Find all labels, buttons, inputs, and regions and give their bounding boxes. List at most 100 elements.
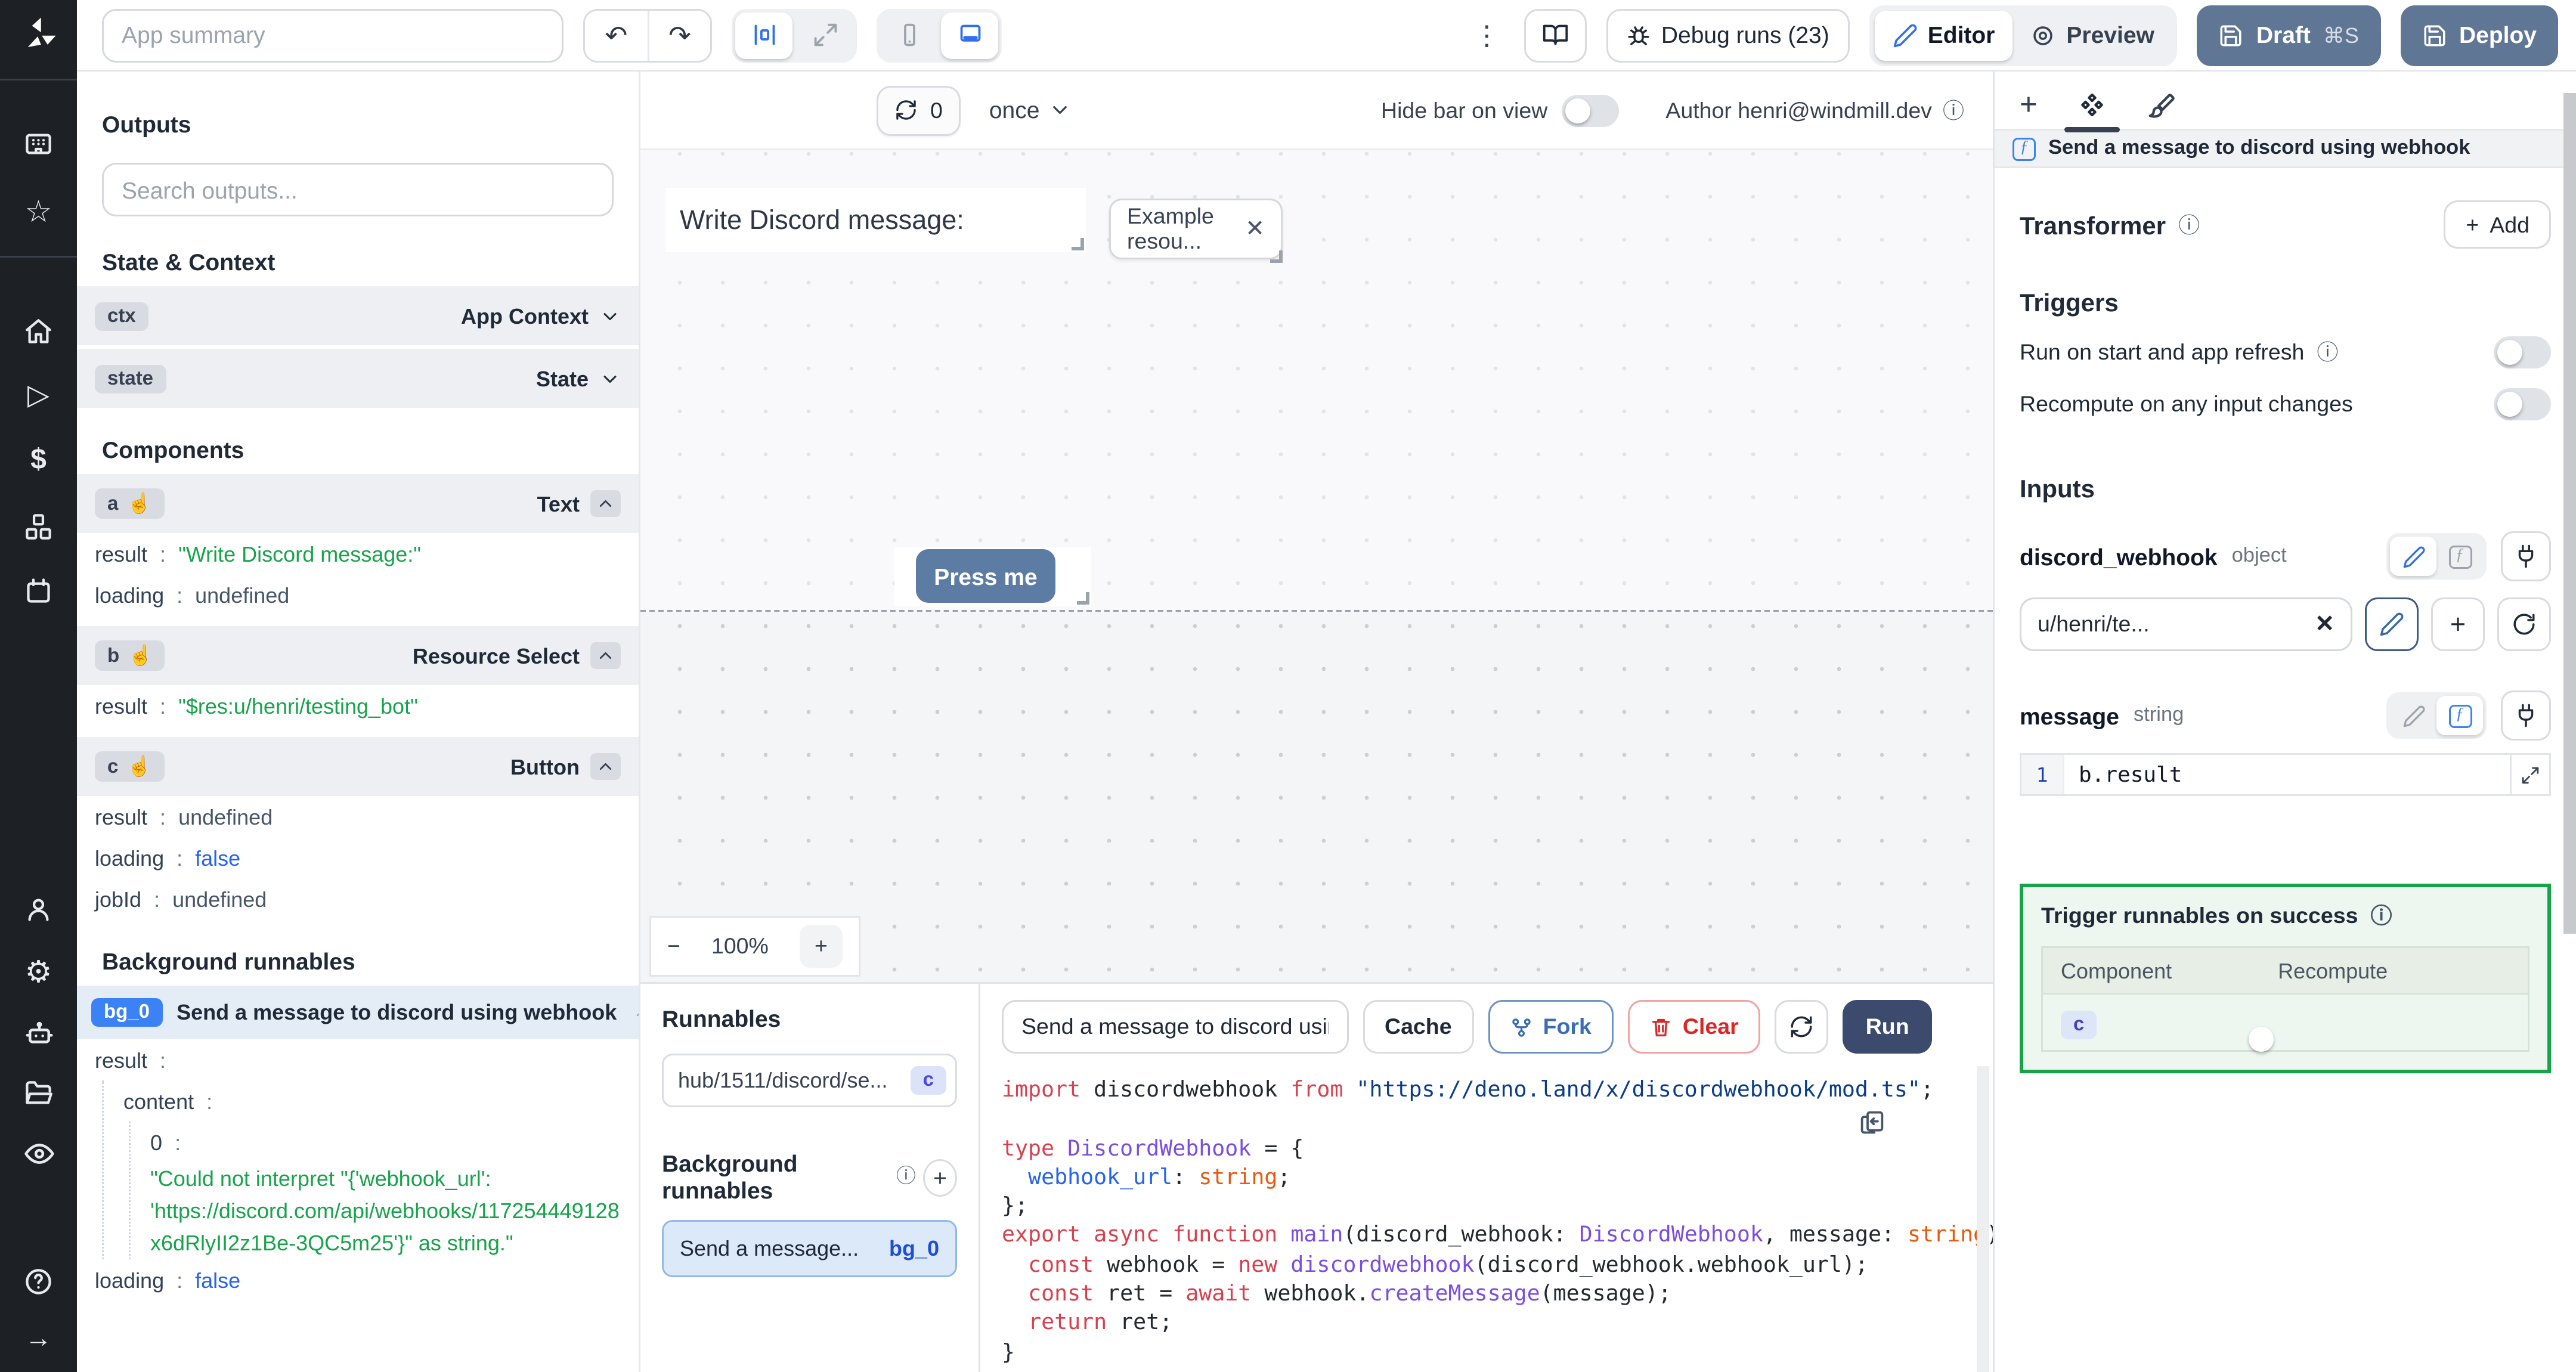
rail-item-audit[interactable] xyxy=(0,1136,77,1172)
person-icon xyxy=(28,897,49,921)
rail-item-users[interactable] xyxy=(0,891,77,927)
expression-mode-button[interactable]: ƒ xyxy=(2436,537,2483,576)
fullscreen-button[interactable] xyxy=(796,12,853,58)
rail-item-favorites[interactable]: ☆ xyxy=(0,193,77,229)
run-on-start-toggle[interactable] xyxy=(2494,336,2551,368)
collapse-button[interactable] xyxy=(631,1004,639,1021)
debug-runs-label: Debug runs (23) xyxy=(1661,21,1829,48)
refresh-resource-button[interactable] xyxy=(2497,597,2551,651)
trigger-row: Recompute on any input changes xyxy=(2020,388,2551,420)
refresh-count-button[interactable]: 0 xyxy=(877,85,961,135)
clear-button[interactable]: Clear xyxy=(1627,1000,1760,1054)
deploy-button[interactable]: Deploy xyxy=(2399,4,2558,66)
info-icon[interactable]: ⓘ xyxy=(2317,342,2338,363)
desktop-view-button[interactable] xyxy=(941,11,998,58)
rail-item-collapse[interactable]: → xyxy=(0,1320,77,1356)
collapse-button[interactable] xyxy=(590,753,621,780)
connect-input-button[interactable] xyxy=(2501,531,2551,581)
robot-icon xyxy=(25,1021,52,1043)
more-menu-button[interactable]: ⋮ xyxy=(1470,19,1504,51)
rail-item-schedules[interactable] xyxy=(0,572,77,608)
docs-button[interactable] xyxy=(1523,8,1586,62)
editor-scrollbar[interactable] xyxy=(1977,1066,1989,1372)
zoom-out-button[interactable]: − xyxy=(667,934,680,959)
static-mode-button[interactable] xyxy=(2390,696,2436,735)
resource-value-input[interactable]: u/henri/te... ✕ xyxy=(2020,597,2352,651)
press-me-button[interactable]: Press me xyxy=(916,549,1055,603)
rail-item-apps[interactable] xyxy=(0,125,77,161)
rail-item-home[interactable] xyxy=(0,313,77,349)
code-block[interactable]: import discordwebhook from "https://deno… xyxy=(980,1064,1993,1372)
hide-bar-toggle[interactable] xyxy=(1562,94,1620,126)
script-name-input[interactable] xyxy=(1002,1000,1349,1054)
output-row: 0: xyxy=(150,1131,181,1156)
collapse-button[interactable] xyxy=(590,642,621,669)
rail-item-settings[interactable]: ⚙ xyxy=(0,953,77,989)
add-transformer-button[interactable]: + Add xyxy=(2444,200,2551,249)
tab-insert-component[interactable]: + xyxy=(2020,82,2038,129)
rail-item-variables[interactable]: $ xyxy=(0,444,77,479)
resize-handle[interactable] xyxy=(1072,238,1084,250)
run-button[interactable]: Run xyxy=(1842,1000,1933,1054)
draft-button[interactable]: Draft ⌘S xyxy=(2197,4,2380,66)
tab-editor[interactable]: Editor xyxy=(1874,10,2013,60)
tab-styling[interactable] xyxy=(2147,82,2177,129)
info-icon[interactable]: ⓘ xyxy=(1943,100,1964,121)
windmill-logo[interactable] xyxy=(0,16,77,52)
bg-runnables-title: Background runnables xyxy=(662,1150,798,1204)
text-component[interactable]: Write Discord message: xyxy=(665,188,1086,252)
rail-item-help[interactable] xyxy=(0,1263,77,1299)
reload-script-button[interactable] xyxy=(1774,1000,1828,1054)
ctx-row[interactable]: ctx App Context xyxy=(77,286,639,345)
component-header-b[interactable]: b ☝ Resource Select xyxy=(77,626,639,685)
tab-component-settings[interactable] xyxy=(2064,82,2120,132)
redo-button[interactable]: ↷ xyxy=(648,10,710,60)
rail-item-folders[interactable] xyxy=(0,1075,77,1111)
add-resource-button[interactable]: + xyxy=(2431,597,2485,651)
align-center-button[interactable] xyxy=(735,11,792,58)
state-row[interactable]: state State xyxy=(77,349,639,408)
background-runnable-item-selected[interactable]: Send a message... bg_0 xyxy=(662,1220,957,1277)
fork-button[interactable]: Fork xyxy=(1487,1000,1613,1054)
recompute-toggle[interactable] xyxy=(2494,388,2551,420)
resize-handle[interactable] xyxy=(1077,592,1089,605)
cache-button[interactable]: Cache xyxy=(1363,1000,1473,1054)
search-outputs-input[interactable] xyxy=(102,163,614,216)
debug-runs-button[interactable]: Debug runs (23) xyxy=(1605,8,1849,62)
topbar: ↶ ↷ ⋮ Debug runs (23) Editor xyxy=(77,0,2576,72)
static-mode-button[interactable] xyxy=(2390,537,2436,576)
copy-code-button[interactable] xyxy=(1859,1109,1885,1136)
resize-handle[interactable] xyxy=(1270,250,1283,263)
panel-scrollbar[interactable] xyxy=(2563,93,2576,934)
app-canvas[interactable]: Write Discord message: Example resou... … xyxy=(640,150,1993,982)
expression-editor[interactable]: 1 b.result xyxy=(2020,753,2551,796)
plug-icon xyxy=(2518,704,2534,727)
runnable-item[interactable]: hub/1511/discord/se... c xyxy=(662,1054,957,1107)
mobile-view-button[interactable] xyxy=(880,12,937,58)
component-header-c[interactable]: c ☝ Button xyxy=(77,737,639,796)
frequency-dropdown[interactable]: once xyxy=(989,97,1072,123)
info-icon[interactable]: ⓘ xyxy=(896,1166,916,1187)
input-field-message: message string ƒ xyxy=(2020,690,2551,741)
clear-selection-icon[interactable]: ✕ xyxy=(1245,215,1265,243)
tab-preview[interactable]: Preview xyxy=(2012,10,2172,60)
clear-resource-icon[interactable]: ✕ xyxy=(2315,610,2334,639)
connect-input-button[interactable] xyxy=(2501,690,2551,741)
add-background-runnable-button[interactable]: + xyxy=(922,1158,957,1196)
expand-editor-button[interactable] xyxy=(2510,755,2549,794)
maximize-icon xyxy=(2522,766,2539,783)
bg0-header[interactable]: bg_0 Send a message to discord using web… xyxy=(77,986,639,1039)
rail-item-runs[interactable]: ▷ xyxy=(0,379,77,415)
expression-mode-button[interactable]: ƒ xyxy=(2436,696,2483,735)
component-header-a[interactable]: a ☝ Text xyxy=(77,474,639,533)
zoom-in-button[interactable]: + xyxy=(799,925,843,968)
resource-select-component[interactable]: Example resou... ✕ xyxy=(1109,199,1283,263)
rail-item-resources[interactable] xyxy=(0,508,77,544)
edit-resource-button[interactable] xyxy=(2365,597,2419,651)
rail-item-workers[interactable] xyxy=(0,1016,77,1052)
app-summary-input[interactable] xyxy=(102,8,564,62)
collapse-button[interactable] xyxy=(590,490,621,517)
info-icon[interactable]: ⓘ xyxy=(2370,905,2392,927)
info-icon[interactable]: ⓘ xyxy=(2178,214,2200,236)
undo-button[interactable]: ↶ xyxy=(585,10,648,60)
